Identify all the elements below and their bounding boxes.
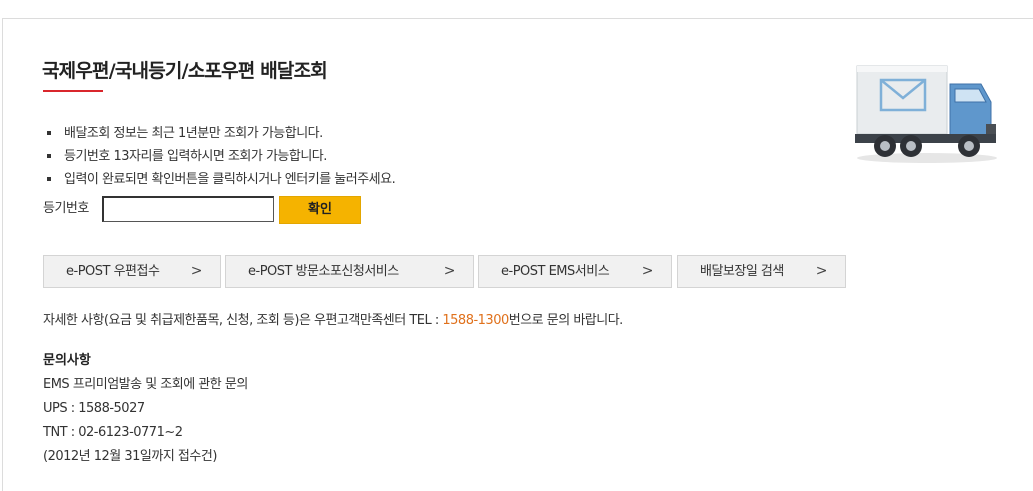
registration-number-label: 등기번호	[43, 201, 89, 216]
inquiry-line: UPS : 1588-5027	[43, 401, 145, 416]
notice-item: 등기번호 13자리를 입력하시면 조회가 가능합니다.	[46, 145, 395, 168]
service-button-label: 배달보장일 검색	[700, 264, 784, 279]
inquiry-line: EMS 프리미엄발송 및 조회에 관한 문의	[43, 377, 248, 392]
page-title: 국제우편/국내등기/소포우편 배달조회	[42, 60, 328, 82]
contact-suffix: 번으로 문의 바랍니다.	[508, 313, 624, 328]
epost-parcel-pickup-button[interactable]: e-POST 방문소포신청서비스 >	[225, 255, 474, 288]
chevron-right-icon: >	[443, 263, 456, 279]
notice-text: 등기번호 13자리를 입력하시면 조회가 가능합니다.	[64, 149, 327, 164]
chevron-right-icon: >	[641, 263, 654, 279]
epost-mail-submit-button[interactable]: e-POST 우편접수 >	[43, 255, 221, 288]
epost-ems-button[interactable]: e-POST EMS서비스 >	[478, 255, 672, 288]
notice-list: 배달조회 정보는 최근 1년분만 조회가 가능합니다. 등기번호 13자리를 입…	[46, 122, 396, 191]
service-button-label: e-POST EMS서비스	[501, 264, 610, 279]
confirm-button[interactable]: 확인	[279, 196, 361, 224]
service-button-label: e-POST 우편접수	[66, 264, 160, 279]
contact-info: 자세한 사항(요금 및 취급제한품목, 신청, 조회 등)은 우편고객만족센터 …	[43, 311, 623, 331]
notice-text: 입력이 완료되면 확인버튼을 클릭하시거나 엔터키를 눌러주세요.	[64, 172, 396, 187]
notice-item: 배달조회 정보는 최근 1년분만 조회가 가능합니다.	[46, 122, 395, 145]
inquiry-line: (2012년 12월 31일까지 접수건)	[43, 449, 217, 464]
notice-text: 배달조회 정보는 최근 1년분만 조회가 가능합니다.	[64, 126, 323, 141]
service-button-label: e-POST 방문소포신청서비스	[248, 264, 399, 279]
title-underline	[43, 90, 103, 92]
notice-item: 입력이 완료되면 확인버튼을 클릭하시거나 엔터키를 눌러주세요.	[46, 168, 396, 191]
delivery-guarantee-search-button[interactable]: 배달보장일 검색 >	[677, 255, 846, 288]
delivery-truck-icon	[855, 65, 997, 163]
bullet-icon	[47, 154, 51, 158]
contact-prefix: 자세한 사항(요금 및 취급제한품목, 신청, 조회 등)은 우편고객만족센터 …	[43, 313, 443, 328]
bullet-icon	[47, 131, 51, 135]
bullet-icon	[47, 177, 51, 181]
chevron-right-icon: >	[190, 263, 203, 279]
registration-number-input[interactable]	[102, 196, 274, 222]
chevron-right-icon: >	[815, 263, 828, 279]
inquiry-line: TNT : 02-6123-0771~2	[43, 425, 183, 440]
inquiry-title: 문의사항	[43, 353, 91, 368]
contact-phone: 1588-1300	[442, 313, 509, 328]
